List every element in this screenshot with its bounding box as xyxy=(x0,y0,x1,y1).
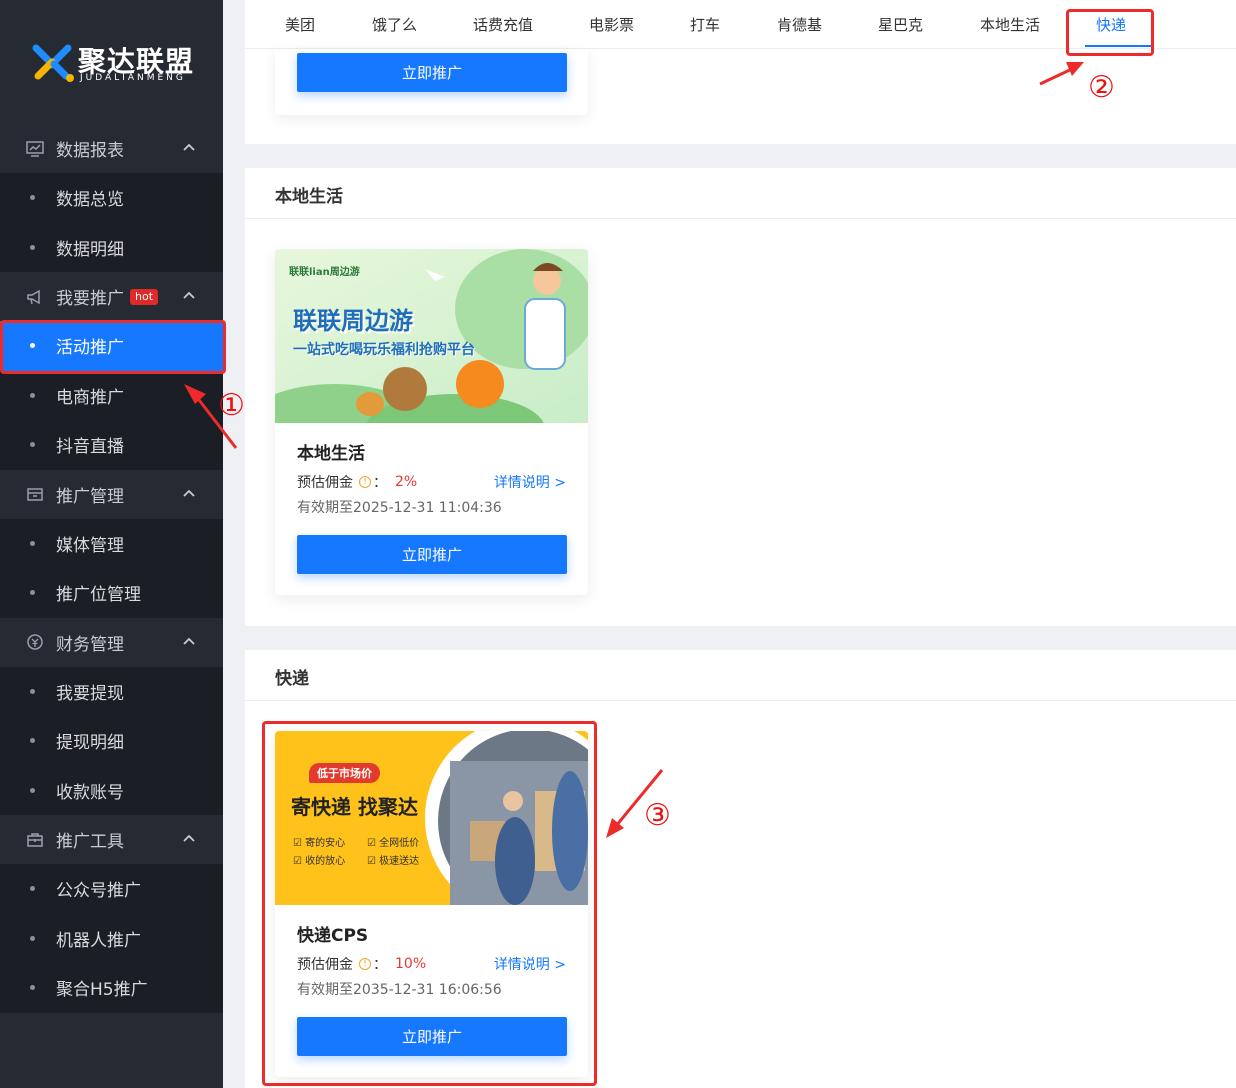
annotation-number-2: ② xyxy=(1088,70,1115,105)
annotation-number-3: ③ xyxy=(644,798,671,833)
annotation-number-1: ① xyxy=(218,388,245,423)
annotation-arrows xyxy=(184,62,1084,838)
